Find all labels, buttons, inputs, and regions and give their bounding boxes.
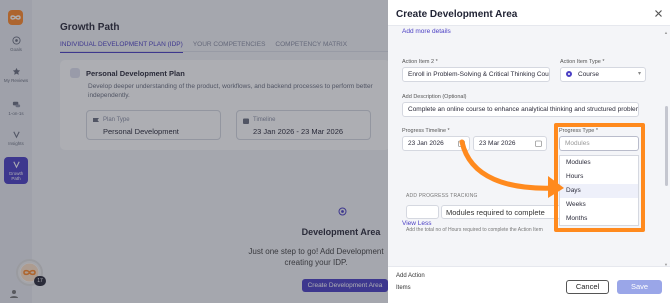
tracking-count-input[interactable]: [406, 205, 439, 219]
option-modules[interactable]: Modules: [560, 156, 638, 170]
add-description-label: Add Description (Optional): [402, 94, 467, 100]
scrollbar-thumb[interactable]: [665, 106, 668, 186]
progress-type-dropdown: Modules Hours Days Weeks Months: [559, 155, 639, 226]
scroll-up-icon[interactable]: ▲: [664, 30, 668, 35]
add-more-details-link[interactable]: Add more details: [402, 28, 451, 35]
start-date-value: 23 Jan 2026: [408, 140, 444, 147]
option-weeks[interactable]: Weeks: [560, 198, 638, 212]
progress-type-label: Progress Type *: [559, 128, 599, 134]
tracking-hint: Add the total no of Hours required to co…: [406, 227, 543, 233]
close-icon[interactable]: [654, 9, 663, 18]
action-item-type-value: Course: [578, 71, 599, 78]
add-description-input[interactable]: Complete an online course to enhance ana…: [402, 102, 639, 117]
radio-selected-icon: [566, 71, 572, 78]
tracking-unit-input[interactable]: Modules required to complete: [441, 205, 561, 219]
option-months[interactable]: Months: [560, 212, 638, 226]
drawer-title: Create Development Area: [396, 9, 518, 20]
progress-tracking-section: ADD PROGRESS TRACKING Modules required t…: [406, 193, 561, 243]
modal-overlay[interactable]: [0, 0, 388, 303]
scrollbar[interactable]: ▲ ▼: [664, 30, 668, 267]
action-item-type-select[interactable]: Course ▾: [560, 67, 646, 82]
cancel-button[interactable]: Cancel: [566, 280, 609, 294]
drawer-footer-divider: [388, 266, 670, 267]
action-item-type-label: Action Item Type *: [560, 59, 605, 65]
save-button[interactable]: Save: [617, 280, 662, 294]
option-days[interactable]: Days: [560, 184, 638, 198]
arrow-pointer-icon: [459, 139, 564, 198]
option-hours[interactable]: Hours: [560, 170, 638, 184]
progress-type-select[interactable]: Modules: [559, 136, 639, 151]
action-item-label: Action Item 2 *: [402, 59, 438, 65]
view-less-link[interactable]: View Less: [402, 220, 432, 227]
chevron-down-icon: ▾: [637, 71, 641, 77]
add-action-items-button[interactable]: Add Action Items: [396, 270, 438, 291]
progress-timeline-label: Progress Timeline *: [402, 128, 450, 134]
action-item-input[interactable]: Enroll in Problem-Solving & Critical Thi…: [402, 67, 550, 82]
